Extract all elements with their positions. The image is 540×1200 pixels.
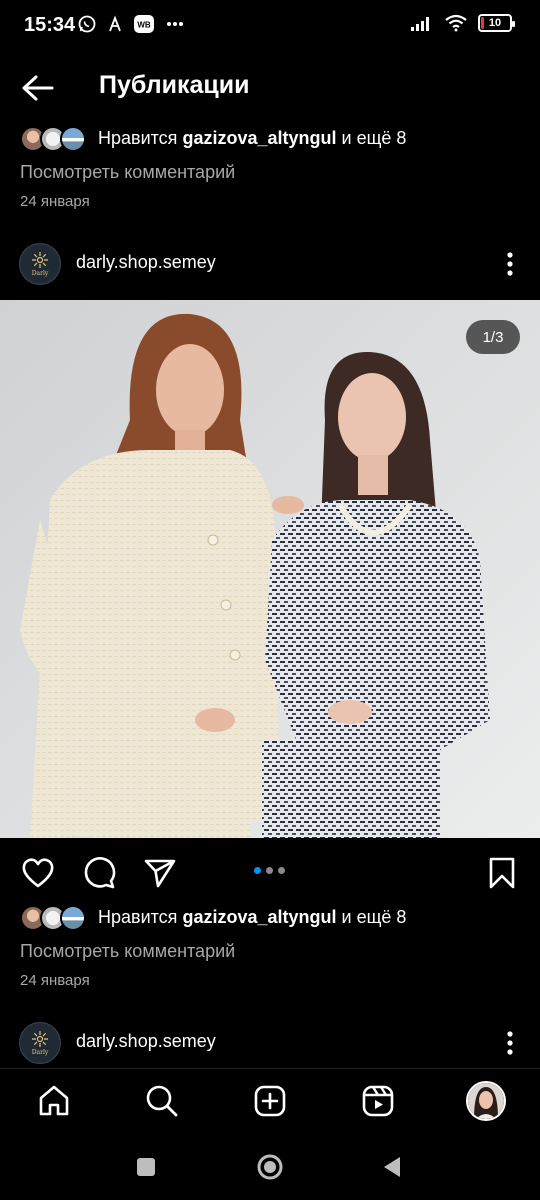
home-icon — [39, 1085, 69, 1116]
status-bar: 15:34 WB 10 — [0, 0, 540, 52]
liker-username[interactable]: gazizova_altyngul — [182, 128, 336, 148]
battery-fill — [481, 17, 484, 29]
nav-profile-avatar[interactable] — [466, 1081, 506, 1121]
home-circle-icon — [257, 1154, 283, 1180]
nav-create[interactable] — [252, 1083, 288, 1119]
heart-icon — [22, 858, 54, 888]
post-actions — [0, 850, 540, 894]
liker-avatar — [60, 126, 86, 152]
page-title: Публикации — [99, 71, 250, 99]
nav-search[interactable] — [144, 1083, 180, 1119]
avatar-logo-text: Darly — [31, 270, 49, 277]
next-post-header: Darly darly.shop.semey — [0, 1019, 540, 1067]
liked-by-avatars — [20, 126, 90, 154]
back-button[interactable] — [18, 68, 58, 108]
more-options-button[interactable] — [500, 1027, 520, 1059]
battery-indicator: 10 — [478, 14, 515, 32]
nav-reels[interactable] — [360, 1083, 396, 1119]
likes-row[interactable]: Нравится gazizova_altyngul и ещё 8 — [0, 124, 540, 156]
whatsapp-icon — [78, 15, 96, 33]
comment-button[interactable] — [81, 855, 117, 891]
profile-avatar[interactable]: Darly — [19, 243, 61, 285]
post-header: Darly darly.shop.semey — [0, 240, 540, 288]
battery-level: 10 — [488, 17, 502, 29]
avatar-logo-text: Darly — [31, 1049, 49, 1056]
send-icon — [144, 859, 176, 888]
more-vertical-icon — [507, 252, 513, 276]
back-system-button[interactable] — [378, 1152, 408, 1182]
post-username[interactable]: darly.shop.semey — [76, 1031, 216, 1052]
back-triangle-icon — [384, 1157, 400, 1177]
share-button[interactable] — [142, 855, 178, 891]
likes-text: Нравится gazizova_altyngul и ещё 8 — [98, 907, 407, 927]
like-button[interactable] — [20, 855, 56, 891]
profile-avatar[interactable]: Darly — [19, 1022, 61, 1064]
recents-button[interactable] — [131, 1152, 161, 1182]
view-comments-link[interactable]: Посмотреть комментарий — [20, 162, 235, 183]
image-counter: 1/3 — [466, 320, 520, 354]
profile-photo — [468, 1083, 504, 1119]
create-icon — [254, 1085, 286, 1117]
likes-text: Нравится gazizova_altyngul и ещё 8 — [98, 128, 407, 148]
recents-icon — [137, 1158, 155, 1176]
arrow-left-icon — [22, 75, 54, 101]
bottom-nav — [0, 1068, 540, 1134]
signal-icon — [411, 17, 429, 31]
status-time: 15:34 — [24, 14, 76, 36]
wb-icon: WB — [134, 15, 154, 33]
likes-row[interactable]: Нравится gazizova_altyngul и ещё 8 — [0, 903, 540, 935]
search-icon — [146, 1085, 178, 1117]
carousel-dot — [254, 867, 261, 874]
liker-username[interactable]: gazizova_altyngul — [182, 907, 336, 927]
view-comments-link[interactable]: Посмотреть комментарий — [20, 941, 235, 962]
more-notifications-icon — [167, 22, 183, 26]
home-system-button[interactable] — [255, 1152, 285, 1182]
letter-a-icon — [109, 15, 121, 32]
post-date: 24 января — [20, 972, 90, 989]
post-username[interactable]: darly.shop.semey — [76, 252, 216, 273]
system-navigation-bar — [0, 1134, 540, 1200]
reels-icon — [362, 1085, 394, 1117]
flower-logo-icon — [32, 252, 48, 268]
svg-text:WB: WB — [137, 21, 151, 30]
bookmark-icon — [489, 857, 515, 889]
post-photo — [0, 300, 540, 838]
comment-bubble-icon — [84, 857, 116, 889]
nav-home[interactable] — [36, 1083, 72, 1119]
post-image[interactable]: 1/3 — [0, 300, 540, 838]
more-vertical-icon — [507, 1031, 513, 1055]
liked-by-avatars — [20, 905, 90, 933]
more-options-button[interactable] — [500, 248, 520, 280]
post-date: 24 января — [20, 193, 90, 210]
carousel-dots — [254, 867, 285, 874]
save-button[interactable] — [484, 855, 520, 891]
carousel-dot — [278, 867, 285, 874]
app-header: Публикации — [0, 58, 540, 118]
liker-avatar — [60, 905, 86, 931]
carousel-dot — [266, 867, 273, 874]
flower-logo-icon — [32, 1031, 48, 1047]
wifi-icon — [445, 14, 467, 32]
